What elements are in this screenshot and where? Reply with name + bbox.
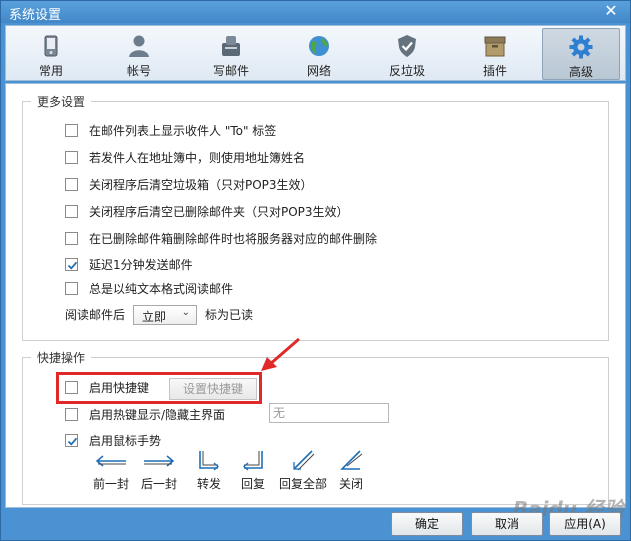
checkbox[interactable] <box>65 151 78 164</box>
cancel-button[interactable]: 取消 <box>471 512 543 536</box>
option-label: 关闭程序后清空已删除邮件夹（只对POP3生效） <box>89 205 349 219</box>
checkbox[interactable] <box>65 282 78 295</box>
gesture-label: 回复全部 <box>278 477 327 491</box>
group-title: 快捷操作 <box>31 349 92 366</box>
gesture-forward[interactable]: 转发 <box>185 449 233 492</box>
tab-label: 高级 <box>568 65 593 79</box>
hotkey-input[interactable]: 无 <box>269 403 389 423</box>
checkbox[interactable] <box>65 178 78 191</box>
gesture-label: 后一封 <box>140 477 177 491</box>
checkbox[interactable] <box>65 124 78 137</box>
tab-general[interactable]: 常用 <box>12 28 90 80</box>
globe-icon <box>309 36 329 56</box>
gesture-previous[interactable]: 前一封 <box>87 453 135 492</box>
settings-window: 系统设置 ✕ 常用 帐号 写邮件 网络 反垃圾 插件 高级 更多设置 在邮件列表… <box>0 0 631 541</box>
ok-button[interactable]: 确定 <box>391 512 463 536</box>
checkbox-checked[interactable] <box>65 258 78 271</box>
select-value: 立即 <box>142 310 167 324</box>
read-prefix-label: 阅读邮件后 <box>65 308 126 322</box>
down-right-icon <box>199 451 219 471</box>
tab-network[interactable]: 网络 <box>280 28 358 80</box>
option-label: 启用鼠标手势 <box>89 434 162 448</box>
checkbox[interactable] <box>65 205 78 218</box>
tab-antispam[interactable]: 反垃圾 <box>368 28 446 80</box>
chevron-down-icon: ⌄ <box>181 307 190 318</box>
down-left-icon <box>243 451 263 471</box>
gesture-close[interactable]: 关闭 <box>327 449 375 492</box>
group-title: 更多设置 <box>31 93 92 110</box>
option-label: 总是以纯文本格式阅读邮件 <box>89 282 234 296</box>
tab-label: 反垃圾 <box>388 64 425 78</box>
apply-button[interactable]: 应用(A) <box>549 512 621 536</box>
tab-label: 帐号 <box>126 64 151 78</box>
annotation-arrow-icon <box>261 337 300 371</box>
tab-label: 常用 <box>38 64 63 78</box>
gear-icon <box>569 35 593 59</box>
gesture-reply-all[interactable]: 回复全部 <box>277 449 329 492</box>
plugin-box-icon <box>484 36 506 57</box>
title-bar: 系统设置 ✕ <box>1 1 630 23</box>
option-label: 关闭程序后清空垃圾箱（只对POP3生效） <box>89 178 313 192</box>
option-label: 若发件人在地址簿中，则使用地址簿姓名 <box>89 151 306 165</box>
tab-advanced[interactable]: 高级 <box>542 28 620 80</box>
checkbox[interactable] <box>65 232 78 245</box>
option-label: 启用热键显示/隐藏主界面 <box>89 408 226 422</box>
tab-account[interactable]: 帐号 <box>100 28 178 80</box>
diagonal-close-icon <box>340 450 363 470</box>
shield-icon <box>398 35 416 57</box>
gesture-label: 关闭 <box>338 477 363 491</box>
compose-icon <box>222 36 240 56</box>
option-label: 延迟1分钟发送邮件 <box>89 258 193 272</box>
gesture-label: 回复 <box>240 477 265 491</box>
option-label: 在邮件列表上显示收件人 "To" 标签 <box>89 124 277 138</box>
user-icon <box>129 35 149 57</box>
annotation-highlight-box <box>56 372 262 404</box>
gesture-reply[interactable]: 回复 <box>229 449 277 492</box>
tab-compose[interactable]: 写邮件 <box>192 28 270 80</box>
tab-label: 网络 <box>306 64 331 78</box>
diagonal-left-icon <box>293 450 315 471</box>
window-title: 系统设置 <box>9 8 62 23</box>
tab-label: 写邮件 <box>212 64 249 78</box>
checkbox[interactable] <box>65 408 78 421</box>
gesture-label: 前一封 <box>92 477 129 491</box>
read-mark-select[interactable]: 立即 ⌄ <box>133 305 197 325</box>
check-icon <box>67 437 78 446</box>
option-label: 在已删除邮件箱删除邮件时也将服务器对应的邮件删除 <box>89 232 378 246</box>
settings-toolbar: 常用 帐号 写邮件 网络 反垃圾 插件 高级 <box>5 25 626 81</box>
tab-plugins[interactable]: 插件 <box>456 28 534 80</box>
close-icon[interactable]: ✕ <box>602 2 620 20</box>
tab-label: 插件 <box>482 64 507 78</box>
check-icon <box>67 261 78 270</box>
phone-icon <box>44 35 58 57</box>
gesture-label: 转发 <box>196 477 221 491</box>
arrow-right-icon <box>144 455 175 467</box>
read-suffix-label: 标为已读 <box>205 308 254 322</box>
checkbox-checked[interactable] <box>65 434 78 447</box>
arrow-left-icon <box>95 455 126 467</box>
gesture-next[interactable]: 后一封 <box>135 453 183 492</box>
